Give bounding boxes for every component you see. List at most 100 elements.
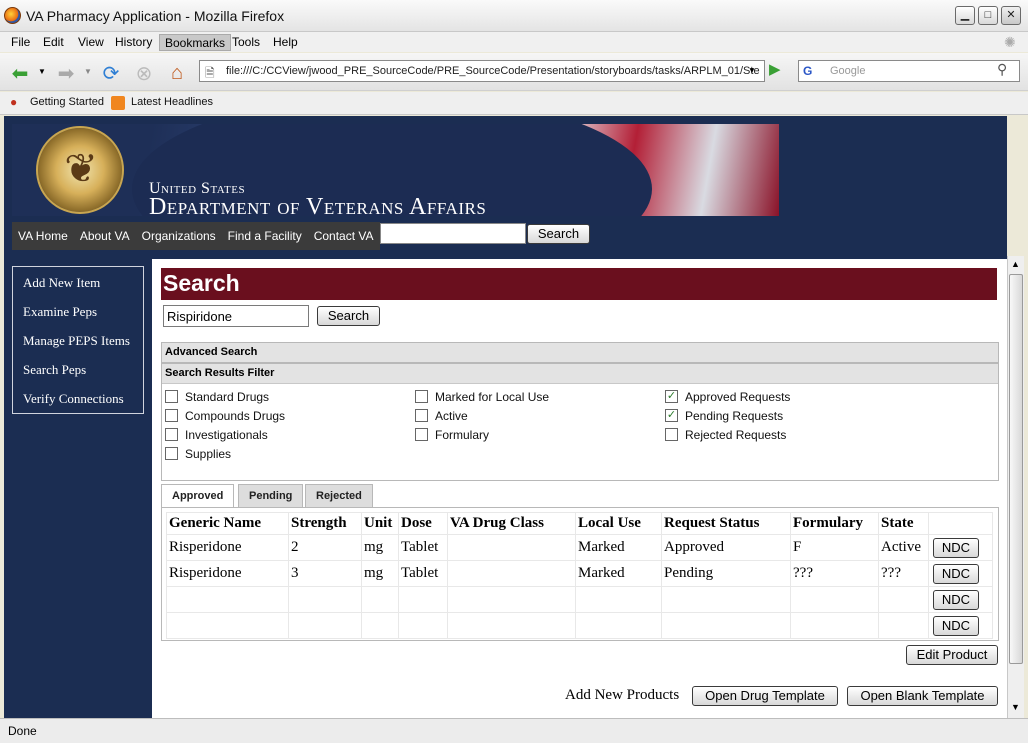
table-row: NDC <box>166 586 993 613</box>
site-search-button[interactable]: Search <box>527 224 590 244</box>
close-icon[interactable]: ✕ <box>1001 6 1021 25</box>
sidebar: Add New Item Examine Peps Manage PEPS It… <box>12 266 144 414</box>
checkbox-standard-drugs[interactable] <box>165 390 178 403</box>
checkbox-marked-for-local-use[interactable] <box>415 390 428 403</box>
getting-started-icon: ● <box>10 95 18 109</box>
checkbox-compounds-drugs[interactable] <box>165 409 178 422</box>
checkbox-active[interactable] <box>415 409 428 422</box>
back-icon[interactable]: ⬅ <box>8 61 32 85</box>
search-icon[interactable]: ⚲ <box>997 61 1007 78</box>
web-page: ❦ United States Department of Veterans A… <box>4 116 1007 718</box>
filter-label-active: Active <box>435 409 468 423</box>
va-top-nav: VA Home About VA Organizations Find a Fa… <box>12 222 380 250</box>
cell-formulary: ??? <box>790 560 879 587</box>
cell-va-drug-class <box>447 534 576 561</box>
tab-rejected[interactable]: Rejected <box>305 484 373 508</box>
home-icon[interactable]: ⌂ <box>165 61 189 85</box>
cell-strength: 2 <box>288 534 362 561</box>
go-icon[interactable]: ▶ <box>769 60 781 78</box>
scroll-up-icon[interactable]: ▲ <box>1011 259 1020 269</box>
eagle-icon: ❦ <box>64 147 98 191</box>
results-table-panel: Generic Name Strength Unit Dose VA Drug … <box>161 507 999 641</box>
menu-help[interactable]: Help <box>268 34 303 51</box>
sidebar-item-manage-peps-items[interactable]: Manage PEPS Items <box>23 333 130 349</box>
forward-icon[interactable]: ➡ <box>54 61 78 85</box>
drug-search-button[interactable]: Search <box>317 306 380 326</box>
stop-icon[interactable]: ⊗ <box>132 61 156 85</box>
bookmark-getting-started[interactable]: Getting Started <box>30 96 104 108</box>
scrollbar-thumb[interactable] <box>1009 274 1023 664</box>
cell-generic-name: Risperidone <box>166 560 289 587</box>
sidebar-item-verify-connections[interactable]: Verify Connections <box>23 391 124 407</box>
cell-dose <box>398 586 448 613</box>
filter-header: Search Results Filter <box>162 364 998 384</box>
va-header-banner: ❦ United States Department of Veterans A… <box>12 124 779 216</box>
cell-request-status: Pending <box>661 560 791 587</box>
sidebar-item-search-peps[interactable]: Search Peps <box>23 362 86 378</box>
checkbox-rejected-requests[interactable] <box>665 428 678 441</box>
table-row: NDC <box>166 612 993 639</box>
address-bar[interactable]: 🗎 file:///C:/CCView/jwood_PRE_SourceCode… <box>199 60 765 82</box>
checkbox-pending-requests[interactable]: ✓ <box>665 409 678 422</box>
menu-file[interactable]: File <box>6 34 35 51</box>
page-scrollbar[interactable]: ▲ ▼ <box>1007 256 1024 718</box>
ndc-button[interactable]: NDC <box>933 615 979 636</box>
menu-edit[interactable]: Edit <box>38 34 69 51</box>
minimize-icon[interactable]: ▁ <box>955 6 975 25</box>
tab-pending[interactable]: Pending <box>238 484 304 508</box>
sidebar-item-examine-peps[interactable]: Examine Peps <box>23 304 97 320</box>
col-actions <box>928 512 993 535</box>
cell-generic-name: Risperidone <box>166 534 289 561</box>
edit-product-button[interactable]: Edit Product <box>906 645 998 665</box>
maximize-icon[interactable]: □ <box>978 6 998 25</box>
scroll-down-icon[interactable]: ▼ <box>1011 702 1020 712</box>
checkbox-supplies[interactable] <box>165 447 178 460</box>
nav-find-a-facility[interactable]: Find a Facility <box>222 222 308 250</box>
throbber-icon: ✺ <box>1004 34 1016 50</box>
web-search-input[interactable]: G Google <box>798 60 1020 82</box>
ndc-button[interactable]: NDC <box>933 563 979 584</box>
nav-va-home[interactable]: VA Home <box>12 222 74 250</box>
cell-unit: mg <box>361 534 399 561</box>
menu-history[interactable]: History <box>110 34 157 51</box>
page-icon: 🗎 <box>205 66 215 80</box>
google-engine-icon[interactable]: G <box>803 64 812 78</box>
reload-icon[interactable]: ⟳ <box>99 61 123 85</box>
forward-history-chevron-icon[interactable]: ▼ <box>84 67 92 76</box>
cell-generic-name <box>166 586 289 613</box>
advanced-search-header[interactable]: Advanced Search <box>161 342 999 363</box>
url-dropdown-icon[interactable]: ▼ <box>748 66 756 75</box>
filter-label-investigationals: Investigationals <box>185 428 268 442</box>
checkbox-formulary[interactable] <box>415 428 428 441</box>
drug-search-input[interactable] <box>163 305 309 327</box>
filter-label-supplies: Supplies <box>185 447 232 461</box>
checkbox-investigationals[interactable] <box>165 428 178 441</box>
bookmark-latest-headlines[interactable]: Latest Headlines <box>131 96 213 108</box>
nav-about-va[interactable]: About VA <box>74 222 136 250</box>
cell-actions: NDC <box>928 612 993 639</box>
menu-view[interactable]: View <box>73 34 109 51</box>
cell-unit <box>361 586 399 613</box>
cell-actions: NDC <box>928 534 993 561</box>
open-blank-template-button[interactable]: Open Blank Template <box>847 686 998 706</box>
site-search-input[interactable] <box>380 223 526 244</box>
menu-tools[interactable]: Tools <box>227 34 265 51</box>
cell-unit: mg <box>361 560 399 587</box>
cell-strength <box>288 612 362 639</box>
back-history-chevron-icon[interactable]: ▼ <box>38 67 46 76</box>
cell-unit <box>361 612 399 639</box>
cell-generic-name <box>166 612 289 639</box>
col-va-drug-class: VA Drug Class <box>447 512 576 535</box>
open-drug-template-button[interactable]: Open Drug Template <box>692 686 838 706</box>
tab-approved[interactable]: Approved <box>161 484 235 508</box>
nav-organizations[interactable]: Organizations <box>136 222 222 250</box>
nav-contact-va[interactable]: Contact VA <box>308 222 380 250</box>
filter-label-marked-for-local-use: Marked for Local Use <box>435 390 550 404</box>
window-titlebar: VA Pharmacy Application - Mozilla Firefo… <box>0 0 1028 32</box>
ndc-button[interactable]: NDC <box>933 589 979 610</box>
menu-bookmarks[interactable]: Bookmarks <box>159 34 232 51</box>
ndc-button[interactable]: NDC <box>933 537 979 558</box>
sidebar-item-add-new-item[interactable]: Add New Item <box>23 275 100 291</box>
page-title: Search <box>161 268 997 300</box>
checkbox-approved-requests[interactable]: ✓ <box>665 390 678 403</box>
